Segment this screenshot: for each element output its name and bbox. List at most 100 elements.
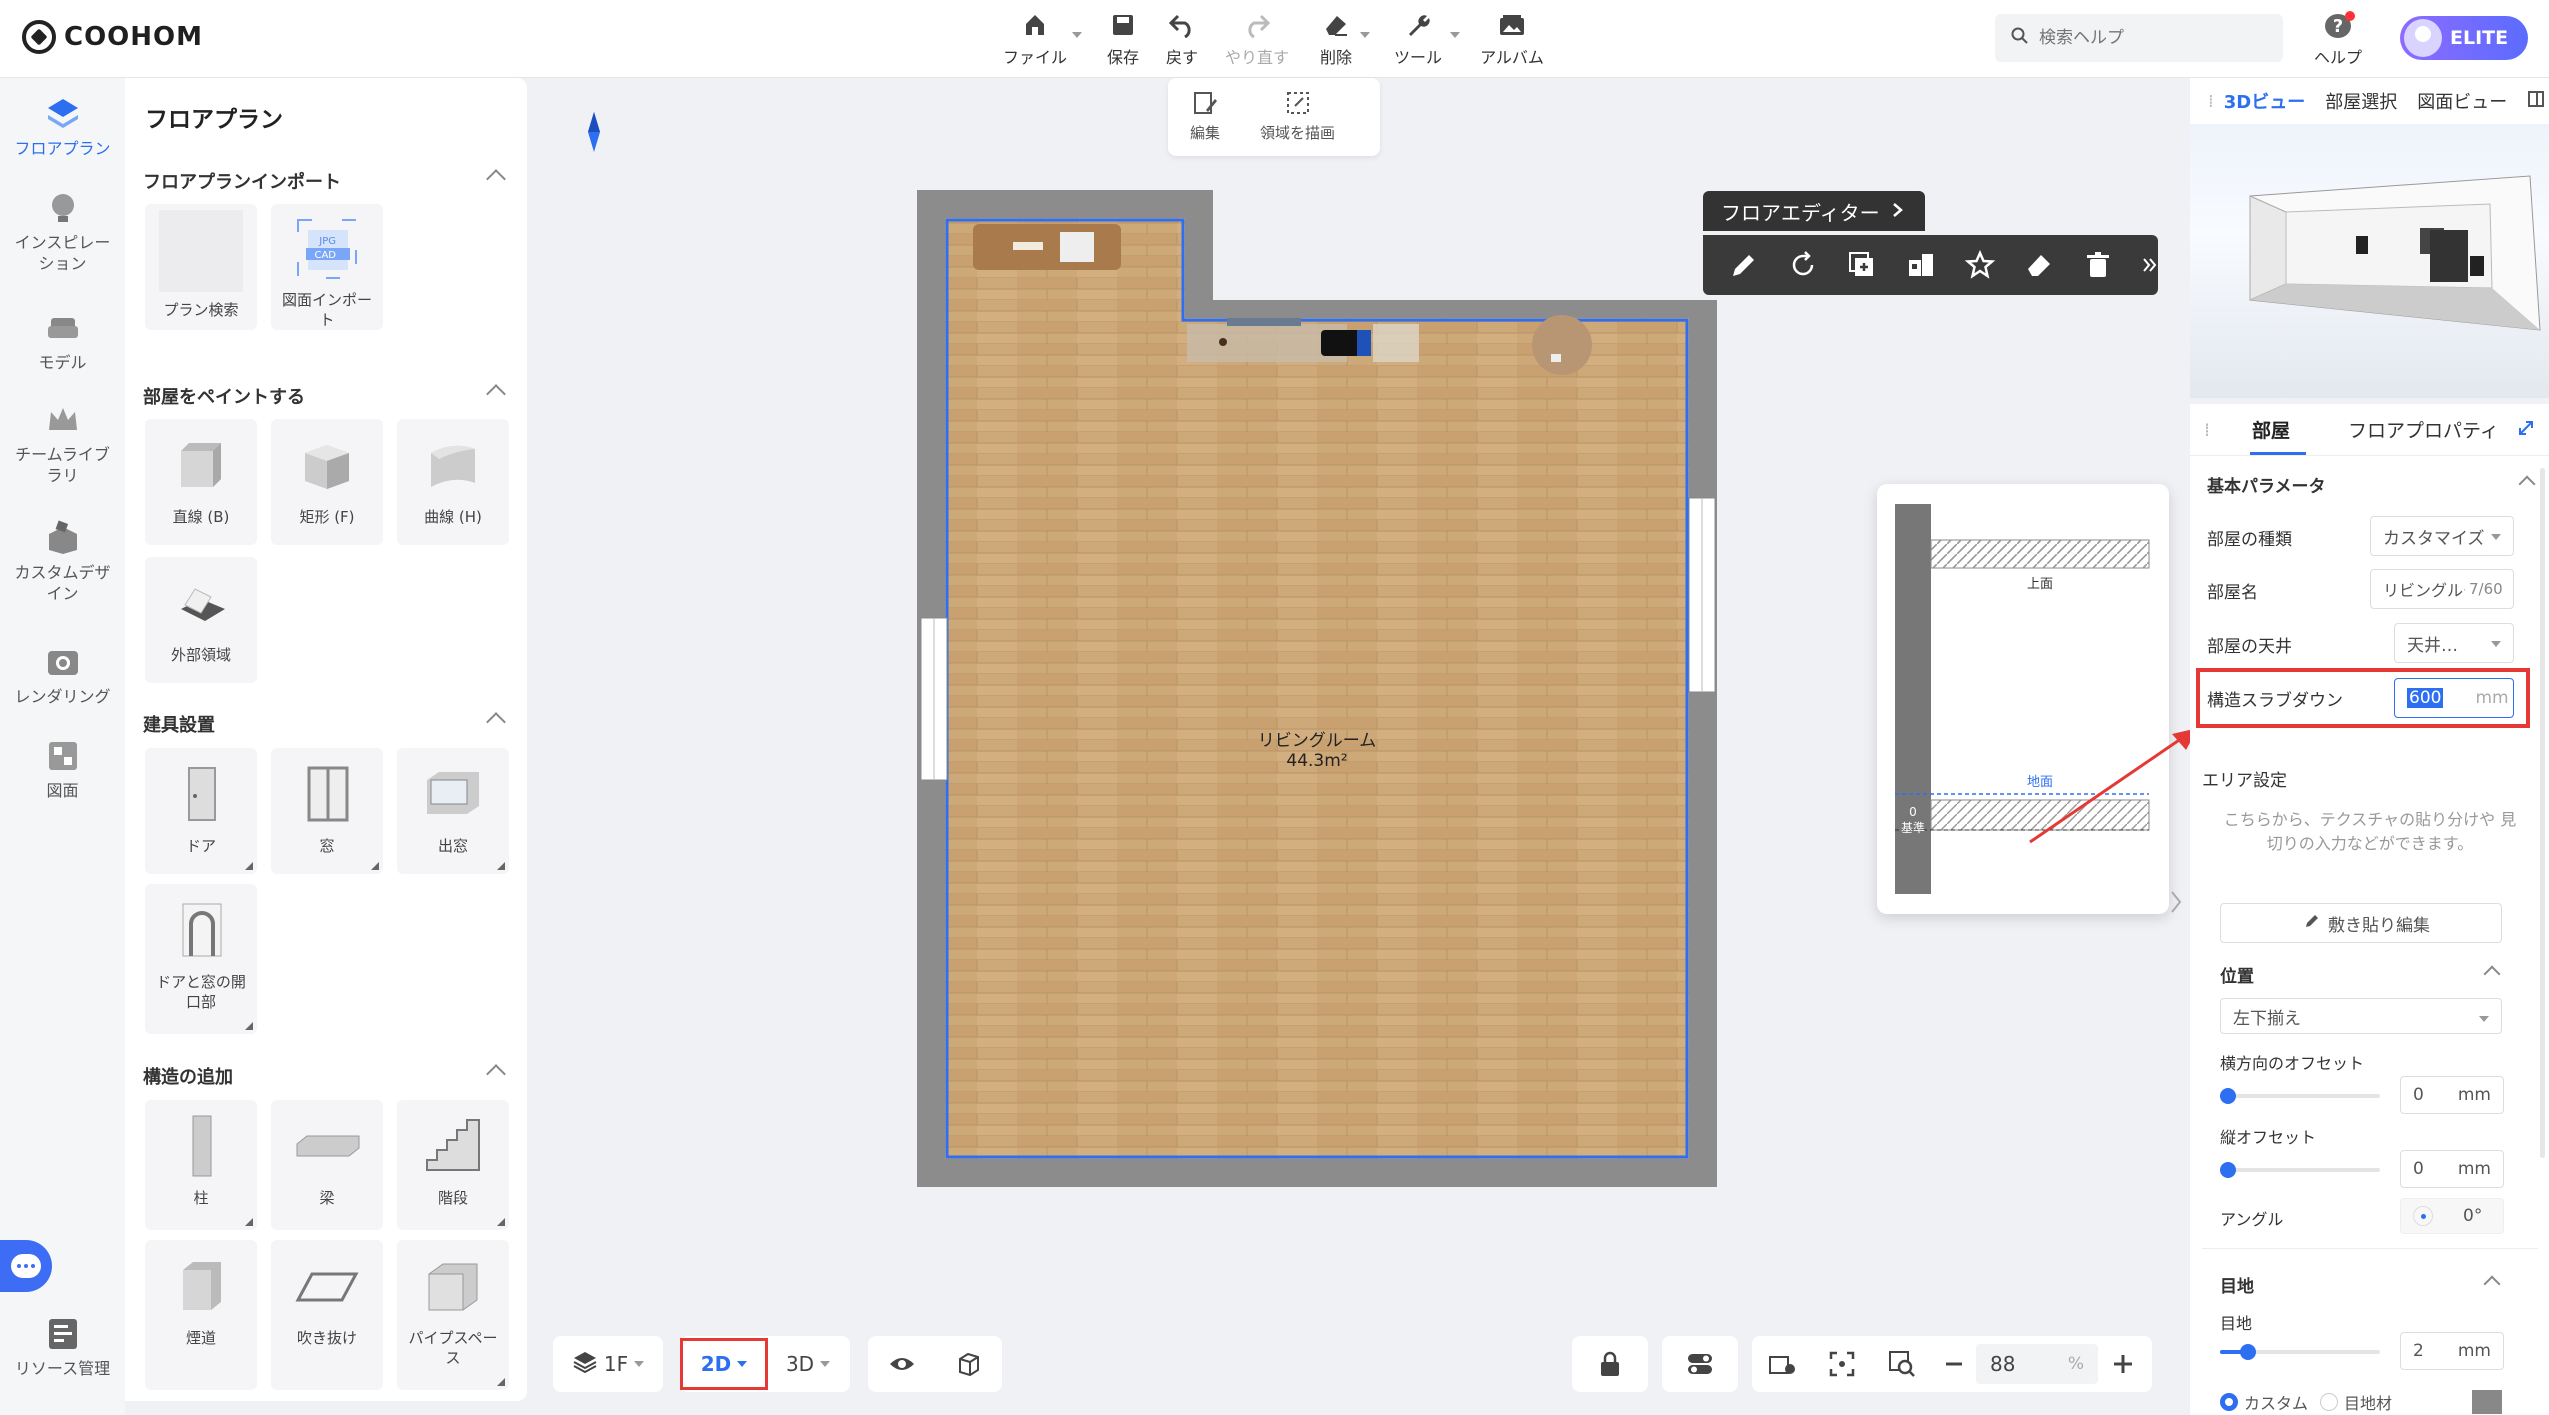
delete-button[interactable]: 削除 (1316, 10, 1370, 68)
nav-rendering[interactable]: レンダリング (0, 644, 125, 707)
card-flue[interactable]: 煙道 (145, 1240, 257, 1390)
eye-icon[interactable] (868, 1336, 935, 1392)
room-name-label[interactable]: リビングルーム (1258, 731, 1377, 751)
edit-button[interactable]: 編集 (1190, 90, 1220, 143)
lock-icon[interactable] (1572, 1336, 1648, 1392)
undo-button[interactable]: 戻す (1162, 10, 1202, 68)
drag-handle-icon[interactable]: ⁞ (2208, 91, 2214, 112)
tools-button[interactable]: ツール (1390, 10, 1460, 68)
card-plan-search[interactable]: プラン検索 (145, 204, 257, 330)
card-rectangle[interactable]: 矩形 (F) (271, 419, 383, 545)
floor-editor-label[interactable]: フロアエディター (1703, 191, 1925, 231)
nav-model[interactable]: モデル (0, 310, 125, 373)
property-scrollbar[interactable] (2540, 468, 2545, 1158)
nav-drawing[interactable]: 図面 (0, 738, 125, 801)
mode-3d-button[interactable]: 3D (768, 1336, 848, 1392)
tab-floor-properties[interactable]: フロアプロパティ (2348, 416, 2499, 443)
rotate-icon[interactable] (1787, 248, 1818, 282)
card-bay-window[interactable]: 出窓 (397, 748, 509, 874)
align-select[interactable]: 左下揃え (2220, 998, 2502, 1034)
eraser-icon[interactable] (2024, 248, 2055, 282)
room-plan[interactable]: リビングルーム 44.3m² (917, 190, 1717, 1187)
floor-selector[interactable]: 1F (553, 1336, 663, 1392)
card-door[interactable]: ドア (145, 748, 257, 874)
double-chevron-icon[interactable] (2142, 248, 2158, 282)
h-offset-slider[interactable] (2220, 1088, 2380, 1104)
card-opening[interactable]: ドアと窓の開口部 (145, 884, 257, 1034)
fit-view-icon[interactable] (1812, 1336, 1872, 1392)
drag-handle-icon[interactable]: ⁞ (2204, 419, 2210, 441)
angle-input[interactable]: 0° (2400, 1198, 2504, 1234)
collapse-icon[interactable] (2527, 90, 2545, 113)
card-pipe-space[interactable]: パイプスペース (397, 1240, 509, 1390)
chevron-right-icon[interactable] (2170, 890, 2182, 918)
tab-3d-view[interactable]: 3Dビュー (2224, 88, 2305, 114)
joint-input[interactable]: 2 mm (2400, 1332, 2504, 1370)
card-stairs[interactable]: 階段 (397, 1100, 509, 1230)
zoom-in-button[interactable] (2098, 1336, 2148, 1392)
radio-custom[interactable] (2220, 1393, 2238, 1411)
card-curve[interactable]: 曲線 (H) (397, 419, 509, 545)
room-type-select[interactable]: カスタマイズ (2370, 516, 2514, 556)
nav-resource-management[interactable]: リソース管理 (0, 1316, 125, 1379)
h-offset-input[interactable]: 0 mm (2400, 1076, 2504, 1114)
slider-knob[interactable] (2220, 1088, 2236, 1104)
draw-area-button[interactable]: 領域を描画 (1260, 90, 1335, 143)
card-beam[interactable]: 梁 (271, 1100, 383, 1230)
section-import[interactable]: フロアプランインポート (143, 168, 506, 194)
paving-edit-button[interactable]: 敷き貼り編集 (2220, 903, 2502, 943)
section-structure[interactable]: 構造の追加 (143, 1063, 506, 1089)
camera-settings-icon[interactable] (1752, 1336, 1812, 1392)
card-window[interactable]: 窓 (271, 748, 383, 874)
position-header[interactable]: 位置 (2220, 962, 2502, 987)
split-room-icon[interactable] (1905, 248, 1936, 282)
joint-color-swatch[interactable] (2472, 1390, 2502, 1414)
album-button[interactable]: アルバム (1478, 10, 1546, 68)
chat-button[interactable] (0, 1240, 52, 1292)
zoom-input[interactable]: 88 % (1976, 1344, 2098, 1384)
logo[interactable]: COOHOM (22, 20, 203, 54)
card-void[interactable]: 吹き抜け (271, 1240, 383, 1390)
card-line[interactable]: 直線 (B) (145, 419, 257, 545)
search-input[interactable] (2039, 28, 2259, 48)
pencil-icon[interactable] (1728, 248, 1759, 282)
card-external-area[interactable]: 外部領域 (145, 557, 257, 683)
star-icon[interactable] (1965, 248, 1996, 282)
v-offset-slider[interactable] (2220, 1162, 2380, 1178)
slider-knob[interactable] (2220, 1162, 2236, 1178)
cabinet-furniture[interactable] (973, 224, 1121, 270)
joint-slider[interactable] (2220, 1344, 2380, 1360)
side-table[interactable] (1532, 315, 1592, 375)
card-column[interactable]: 柱 (145, 1100, 257, 1230)
tab-room[interactable]: 部屋 (2252, 416, 2290, 443)
slab-down-input[interactable]: 600 mm (2394, 678, 2514, 718)
room-name-input[interactable]: リビングルー⁠ム 7/60 (2370, 569, 2514, 609)
zoom-out-button[interactable] (1932, 1336, 1976, 1392)
help-button[interactable]: ? ヘルプ (2310, 10, 2366, 68)
radio-material[interactable] (2320, 1393, 2339, 1411)
nav-custom-design[interactable]: カスタムデザイン (0, 520, 125, 604)
account-badge[interactable]: ELITE (2400, 16, 2528, 60)
card-drawing-import[interactable]: JPG CAD 図面インポート (271, 204, 383, 330)
tab-room-select[interactable]: 部屋選択 (2325, 88, 2397, 114)
v-offset-input[interactable]: 0 mm (2400, 1150, 2504, 1188)
tab-plan-view[interactable]: 図面ビュー (2417, 88, 2507, 114)
3d-preview[interactable] (2190, 124, 2549, 398)
nav-team-library[interactable]: チームライブラリ (0, 402, 125, 486)
cube-view-icon[interactable] (935, 1336, 1002, 1392)
search-box[interactable] (1995, 14, 2283, 62)
file-button[interactable]: ファイル (1002, 10, 1082, 68)
redo-button[interactable]: やり直す (1222, 10, 1292, 68)
nav-inspiration[interactable]: インスピレーション (0, 190, 125, 274)
save-button[interactable]: 保存 (1100, 10, 1146, 68)
expand-icon[interactable] (2518, 419, 2534, 441)
zoom-search-icon[interactable] (1872, 1336, 1932, 1392)
copy-icon[interactable] (1846, 248, 1877, 282)
mode-2d-button[interactable]: 2D (680, 1338, 768, 1390)
plant-decor[interactable] (1373, 324, 1419, 362)
section-fittings[interactable]: 建具設置 (143, 711, 506, 737)
trash-icon[interactable] (2083, 248, 2114, 282)
joint-header[interactable]: 目地 (2220, 1272, 2502, 1297)
section-paint-room[interactable]: 部屋をペイントする (143, 383, 506, 409)
basic-params-header[interactable]: 基本パラメータ (2207, 472, 2536, 497)
